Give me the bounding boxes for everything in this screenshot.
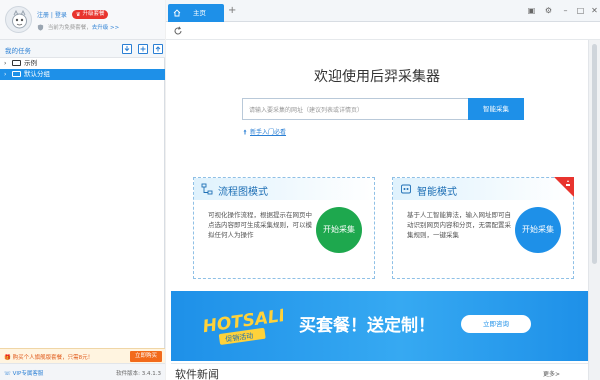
close-icon[interactable]: ✕ [590,6,599,15]
minimize-icon[interactable]: – [561,6,570,15]
start-collect-button[interactable]: 开始采集 [316,207,362,253]
promo-text: 🎁 购买个人旗舰版套餐，只需8元！ [4,353,93,361]
user-panel: 注册 | 登录 ♛ 升级套餐 当前为免费套餐，去升级 >> [0,0,165,40]
card-title: 智能模式 [417,187,457,198]
pin-icon [243,129,247,135]
beginner-guide-label: 新手入门必看 [250,129,287,136]
smart-mode-icon [401,184,411,194]
my-tasks-header: 我的任务 [0,40,165,58]
tree-item-example[interactable]: › 示例 [0,58,165,69]
import-task-button[interactable] [153,44,163,54]
card-title: 流程图模式 [218,187,268,198]
login-register-label[interactable]: 注册 | 登录 [37,12,67,19]
version-text: 软件版本: 3.4.1.3 [116,371,161,377]
beginner-guide-link[interactable]: 新手入门必看 [242,127,286,136]
maximize-icon[interactable]: □ [576,6,585,15]
home-page: 欢迎使用后羿采集器 请输入要采集的网址（建议列表或详情页） 智能采集 新手入门必… [166,40,588,380]
news-title: 软件新闻 [175,368,219,380]
smart-mode-card: 智能模式 基于人工智能算法，输入网址即可自动识别网页内容和分页，无需配置采集规则… [392,177,574,279]
home-icon [173,9,181,17]
vip-support-link[interactable]: ☏ VIP专属客服 [4,369,43,377]
url-input[interactable]: 请输入要采集的网址（建议列表或详情页） [242,98,468,120]
folder-icon [12,71,21,77]
url-input-placeholder: 请输入要采集的网址（建议列表或详情页） [249,107,364,114]
my-tasks-title: 我的任务 [5,47,31,55]
task-tree: › 示例 › 默认分组 [0,58,165,80]
tab-label: 主页 [193,9,206,17]
tab-bar: 主页 + ▣ ⚙ – □ ✕ [166,0,600,22]
chevron-right-icon[interactable]: › [4,58,11,69]
refresh-icon[interactable] [173,26,183,36]
new-task-button[interactable] [122,44,132,54]
skin-icon[interactable]: ▣ [527,6,536,15]
consult-now-button[interactable]: 立即咨询 [461,315,531,333]
download-icon [124,46,130,52]
upload-icon [155,46,161,52]
plan-status: 当前为免费套餐，去升级 >> [37,23,119,31]
sidebar-footer: ☏ VIP专属客服 软件版本: 3.4.1.3 [0,363,165,380]
software-news-section: 软件新闻 更多> [171,363,588,380]
promo-banner[interactable]: HOTSALE 促销活动 买套餐！送定制！ 立即咨询 [171,291,588,361]
upgrade-link[interactable]: 去升级 >> [92,25,119,31]
buy-now-button[interactable]: 立即购买 [129,351,162,362]
vip-support-label: VIP专属客服 [12,371,44,377]
tree-item-label: 默认分组 [24,70,50,78]
banner-title: 买套餐！送定制！ [299,316,435,336]
promo-label: 购买个人旗舰版套餐，只需8元！ [12,355,94,361]
tree-item-default-group[interactable]: › 默认分组 [0,69,165,80]
card-header: 流程图模式 [194,178,374,200]
headset-icon: ☏ [4,371,13,377]
sidebar: 注册 | 登录 ♛ 升级套餐 当前为免费套餐，去升级 >> 我的任务 › 示例 ›… [0,0,165,380]
hotsale-logo: HOTSALE 促销活动 [202,305,283,345]
news-more-link[interactable]: 更多> [543,369,560,378]
card-description: 基于人工智能算法，输入网址即可自动识别网页内容和分页，无需配置采集规则，一键采集 [407,211,511,239]
scrollbar-thumb[interactable] [592,44,597,264]
start-collect-button[interactable]: 开始采集 [515,207,561,253]
tab-home[interactable]: 主页 [168,4,224,22]
settings-icon[interactable]: ⚙ [544,6,553,15]
shield-icon [37,24,44,31]
add-group-button[interactable] [138,44,148,54]
tree-item-label: 示例 [24,59,37,67]
upgrade-plan-badge[interactable]: ♛ 升级套餐 [71,10,109,19]
promo-icon: 🎁 [4,355,13,361]
browser-toolbar [166,22,600,40]
thumbs-up-icon [554,177,574,197]
card-description: 可视化操作流程，根据提示在网页中点选内容即可生成采集规则，可以模拟任何人为操作 [208,211,312,239]
flowchart-mode-card: 流程图模式 可视化操作流程，根据提示在网页中点选内容即可生成采集规则，可以模拟任… [193,177,375,279]
avatar[interactable] [5,6,32,33]
smart-collect-button[interactable]: 智能采集 [468,98,524,120]
welcome-title: 欢迎使用后羿采集器 [314,69,440,85]
card-header: 智能模式 [393,178,573,200]
chevron-right-icon[interactable]: › [4,69,11,80]
upgrade-plan-label: 升级套餐 [82,11,105,17]
vertical-scrollbar[interactable] [588,40,600,380]
folder-icon [12,60,21,66]
plan-status-text: 当前为免费套餐， [47,25,92,31]
login-register-links[interactable]: 注册 | 登录 ♛ 升级套餐 [37,10,109,19]
promo-bar: 🎁 购买个人旗舰版套餐，只需8元！ 立即购买 [0,348,165,363]
flowchart-icon [201,183,213,195]
new-tab-button[interactable]: + [228,5,236,17]
plus-icon [140,46,146,52]
